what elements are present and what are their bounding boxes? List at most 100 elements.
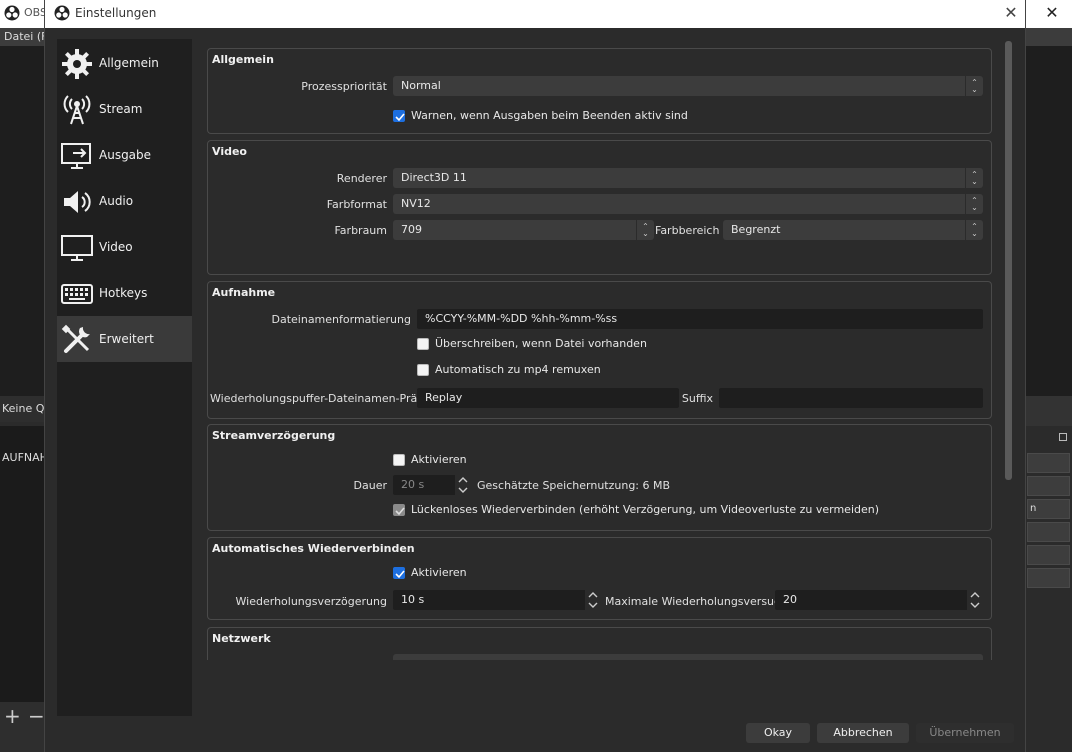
group-title: Automatisches Wiederverbinden [212, 542, 415, 555]
control-button[interactable] [1027, 568, 1070, 588]
colorspace-select[interactable]: 709 ⌃ ⌄ [393, 220, 654, 240]
filename-input[interactable]: %CCYY-%MM-%DD %hh-%mm-%ss [417, 309, 983, 329]
overwrite-checkbox[interactable]: Überschreiben, wenn Datei vorhanden [417, 337, 717, 353]
group-title: Streamverzögerung [212, 429, 336, 442]
stream-delay-enable-checkbox[interactable]: Aktivieren [393, 453, 593, 469]
group-title: Netzwerk [212, 632, 271, 645]
float-dock-icon[interactable] [1059, 433, 1067, 441]
format-value: NV12 [401, 197, 431, 210]
antenna-icon [63, 95, 91, 125]
add-icon[interactable]: + [4, 704, 21, 728]
retry-delay-spinbox[interactable]: 10 s [393, 590, 601, 610]
sidebar-item-audio[interactable]: Audio [57, 178, 192, 224]
control-button[interactable] [1027, 545, 1070, 565]
overwrite-label: Überschreiben, wenn Datei vorhanden [435, 337, 647, 350]
duration-label: Dauer [353, 479, 387, 492]
sidebar-item-video[interactable]: Video [57, 224, 192, 270]
chevron-down-icon [588, 602, 598, 608]
duration-value: 20 s [401, 478, 425, 491]
sidebar-item-label: Allgemein [99, 56, 159, 70]
control-button[interactable]: n [1027, 499, 1070, 519]
priority-value: Normal [401, 79, 441, 92]
colorrange-value: Begrenzt [731, 223, 781, 236]
max-retries-label: Maximale Wiederholungsversuche [605, 595, 794, 608]
chevron-down-icon [970, 602, 980, 608]
dialog-titlebar [45, 0, 1025, 28]
renderer-label: Renderer [336, 172, 387, 185]
retry-delay-label: Wiederholungsverzögerung [235, 595, 387, 608]
settings-scrollbar-thumb[interactable] [1005, 41, 1012, 480]
duration-spinbox[interactable]: 20 s [393, 475, 471, 495]
apply-button[interactable]: Übernehmen [916, 723, 1014, 743]
sidebar-item-stream[interactable]: Stream [57, 86, 192, 132]
colorrange-select[interactable]: Begrenzt ⌃ ⌄ [723, 220, 983, 240]
sidebar-item-hotkeys[interactable]: Hotkeys [57, 270, 192, 316]
replay-prefix-label: Wiederholungspuffer-Dateinamen-Präfix [210, 392, 431, 405]
suffix-input[interactable] [719, 388, 983, 408]
sidebar-item-label: Erweitert [99, 332, 154, 346]
dialog-close-button[interactable]: ✕ [999, 2, 1023, 24]
sidebar-item-ausgabe[interactable]: Ausgabe [57, 132, 192, 178]
colorspace-label: Farbraum [334, 224, 387, 237]
sidebar-item-erweitert[interactable]: Erweitert [57, 316, 192, 362]
sidebar-item-label: Hotkeys [99, 286, 148, 300]
control-button[interactable] [1027, 453, 1070, 473]
remux-label: Automatisch zu mp4 remuxen [435, 363, 601, 376]
scene-list [0, 426, 50, 702]
colorspace-value: 709 [401, 223, 422, 236]
filename-value: %CCYY-%MM-%DD %hh-%mm-%ss [425, 312, 618, 325]
checkbox-unchecked-icon [417, 338, 429, 350]
memory-usage-label: Geschätzte Speichernutzung: 6 MB [477, 479, 671, 492]
main-window-close-button[interactable]: ✕ [1040, 2, 1064, 24]
spin-buttons[interactable] [455, 475, 471, 495]
warn-label: Warnen, wenn Ausgaben beim Beenden aktiv… [411, 109, 688, 122]
output-monitor-icon [61, 143, 91, 169]
renderer-select[interactable]: Direct3D 11 ⌃ ⌄ [393, 168, 983, 188]
updown-chevron-icon: ⌃ ⌄ [636, 220, 654, 240]
auto-reconnect-enable-checkbox[interactable]: Aktivieren [393, 566, 593, 582]
filename-label: Dateinamenformatierung [271, 313, 412, 326]
sidebar-item-label: Video [99, 240, 133, 254]
max-retries-spinbox[interactable]: 20 [775, 590, 983, 610]
dialog-title: Einstellungen [75, 6, 157, 20]
group-title: Video [212, 145, 247, 158]
cancel-button[interactable]: Abbrechen [817, 723, 909, 743]
control-button[interactable] [1027, 476, 1070, 496]
format-select[interactable]: NV12 ⌃ ⌄ [393, 194, 983, 214]
settings-sidebar: Allgemein Stream Ausgabe Audio Video Hot… [57, 39, 192, 716]
network-select[interactable] [393, 654, 983, 660]
updown-chevron-icon: ⌃ ⌄ [965, 194, 983, 214]
seamless-reconnect-checkbox: Lückenloses Wiederverbinden (erhöht Verz… [393, 503, 879, 519]
sidebar-item-label: Stream [99, 102, 143, 116]
remux-checkbox[interactable]: Automatisch zu mp4 remuxen [417, 363, 717, 379]
remove-icon[interactable]: − [28, 704, 45, 728]
scene-list-item[interactable]: AUFNAH [2, 451, 48, 464]
menu-file[interactable]: Datei (F [4, 30, 47, 43]
tools-icon [61, 324, 90, 353]
settings-dialog: Einstellungen ✕ Allgemein Stream Ausgabe… [44, 0, 1026, 752]
spin-buttons[interactable] [967, 590, 983, 610]
format-label: Farbformat [326, 198, 387, 211]
stream-delay-enable-label: Aktivieren [411, 453, 467, 466]
priority-select[interactable]: Normal ⌃ ⌄ [393, 76, 983, 96]
obs-logo-icon [4, 5, 20, 21]
warn-checkbox[interactable]: Warnen, wenn Ausgaben beim Beenden aktiv… [393, 109, 793, 125]
spin-buttons[interactable] [585, 590, 601, 610]
checkbox-checked-disabled-icon [393, 504, 405, 516]
monitor-icon [61, 235, 93, 261]
speaker-icon [64, 191, 91, 213]
keyboard-icon [61, 284, 93, 304]
controls-header [1025, 396, 1072, 426]
chevron-up-icon [970, 592, 980, 598]
ok-button[interactable]: Okay [746, 723, 810, 743]
chevron-up-icon [458, 477, 468, 483]
checkbox-unchecked-icon [393, 454, 405, 466]
replay-prefix-input[interactable]: Replay [417, 388, 679, 408]
gear-icon [62, 49, 92, 79]
updown-chevron-icon: ⌃ ⌄ [965, 220, 983, 240]
checkbox-checked-icon [393, 110, 405, 122]
group-title: Allgemein [212, 53, 274, 66]
control-button[interactable] [1027, 522, 1070, 542]
group-title: Aufnahme [212, 286, 276, 299]
sidebar-item-allgemein[interactable]: Allgemein [57, 40, 192, 86]
